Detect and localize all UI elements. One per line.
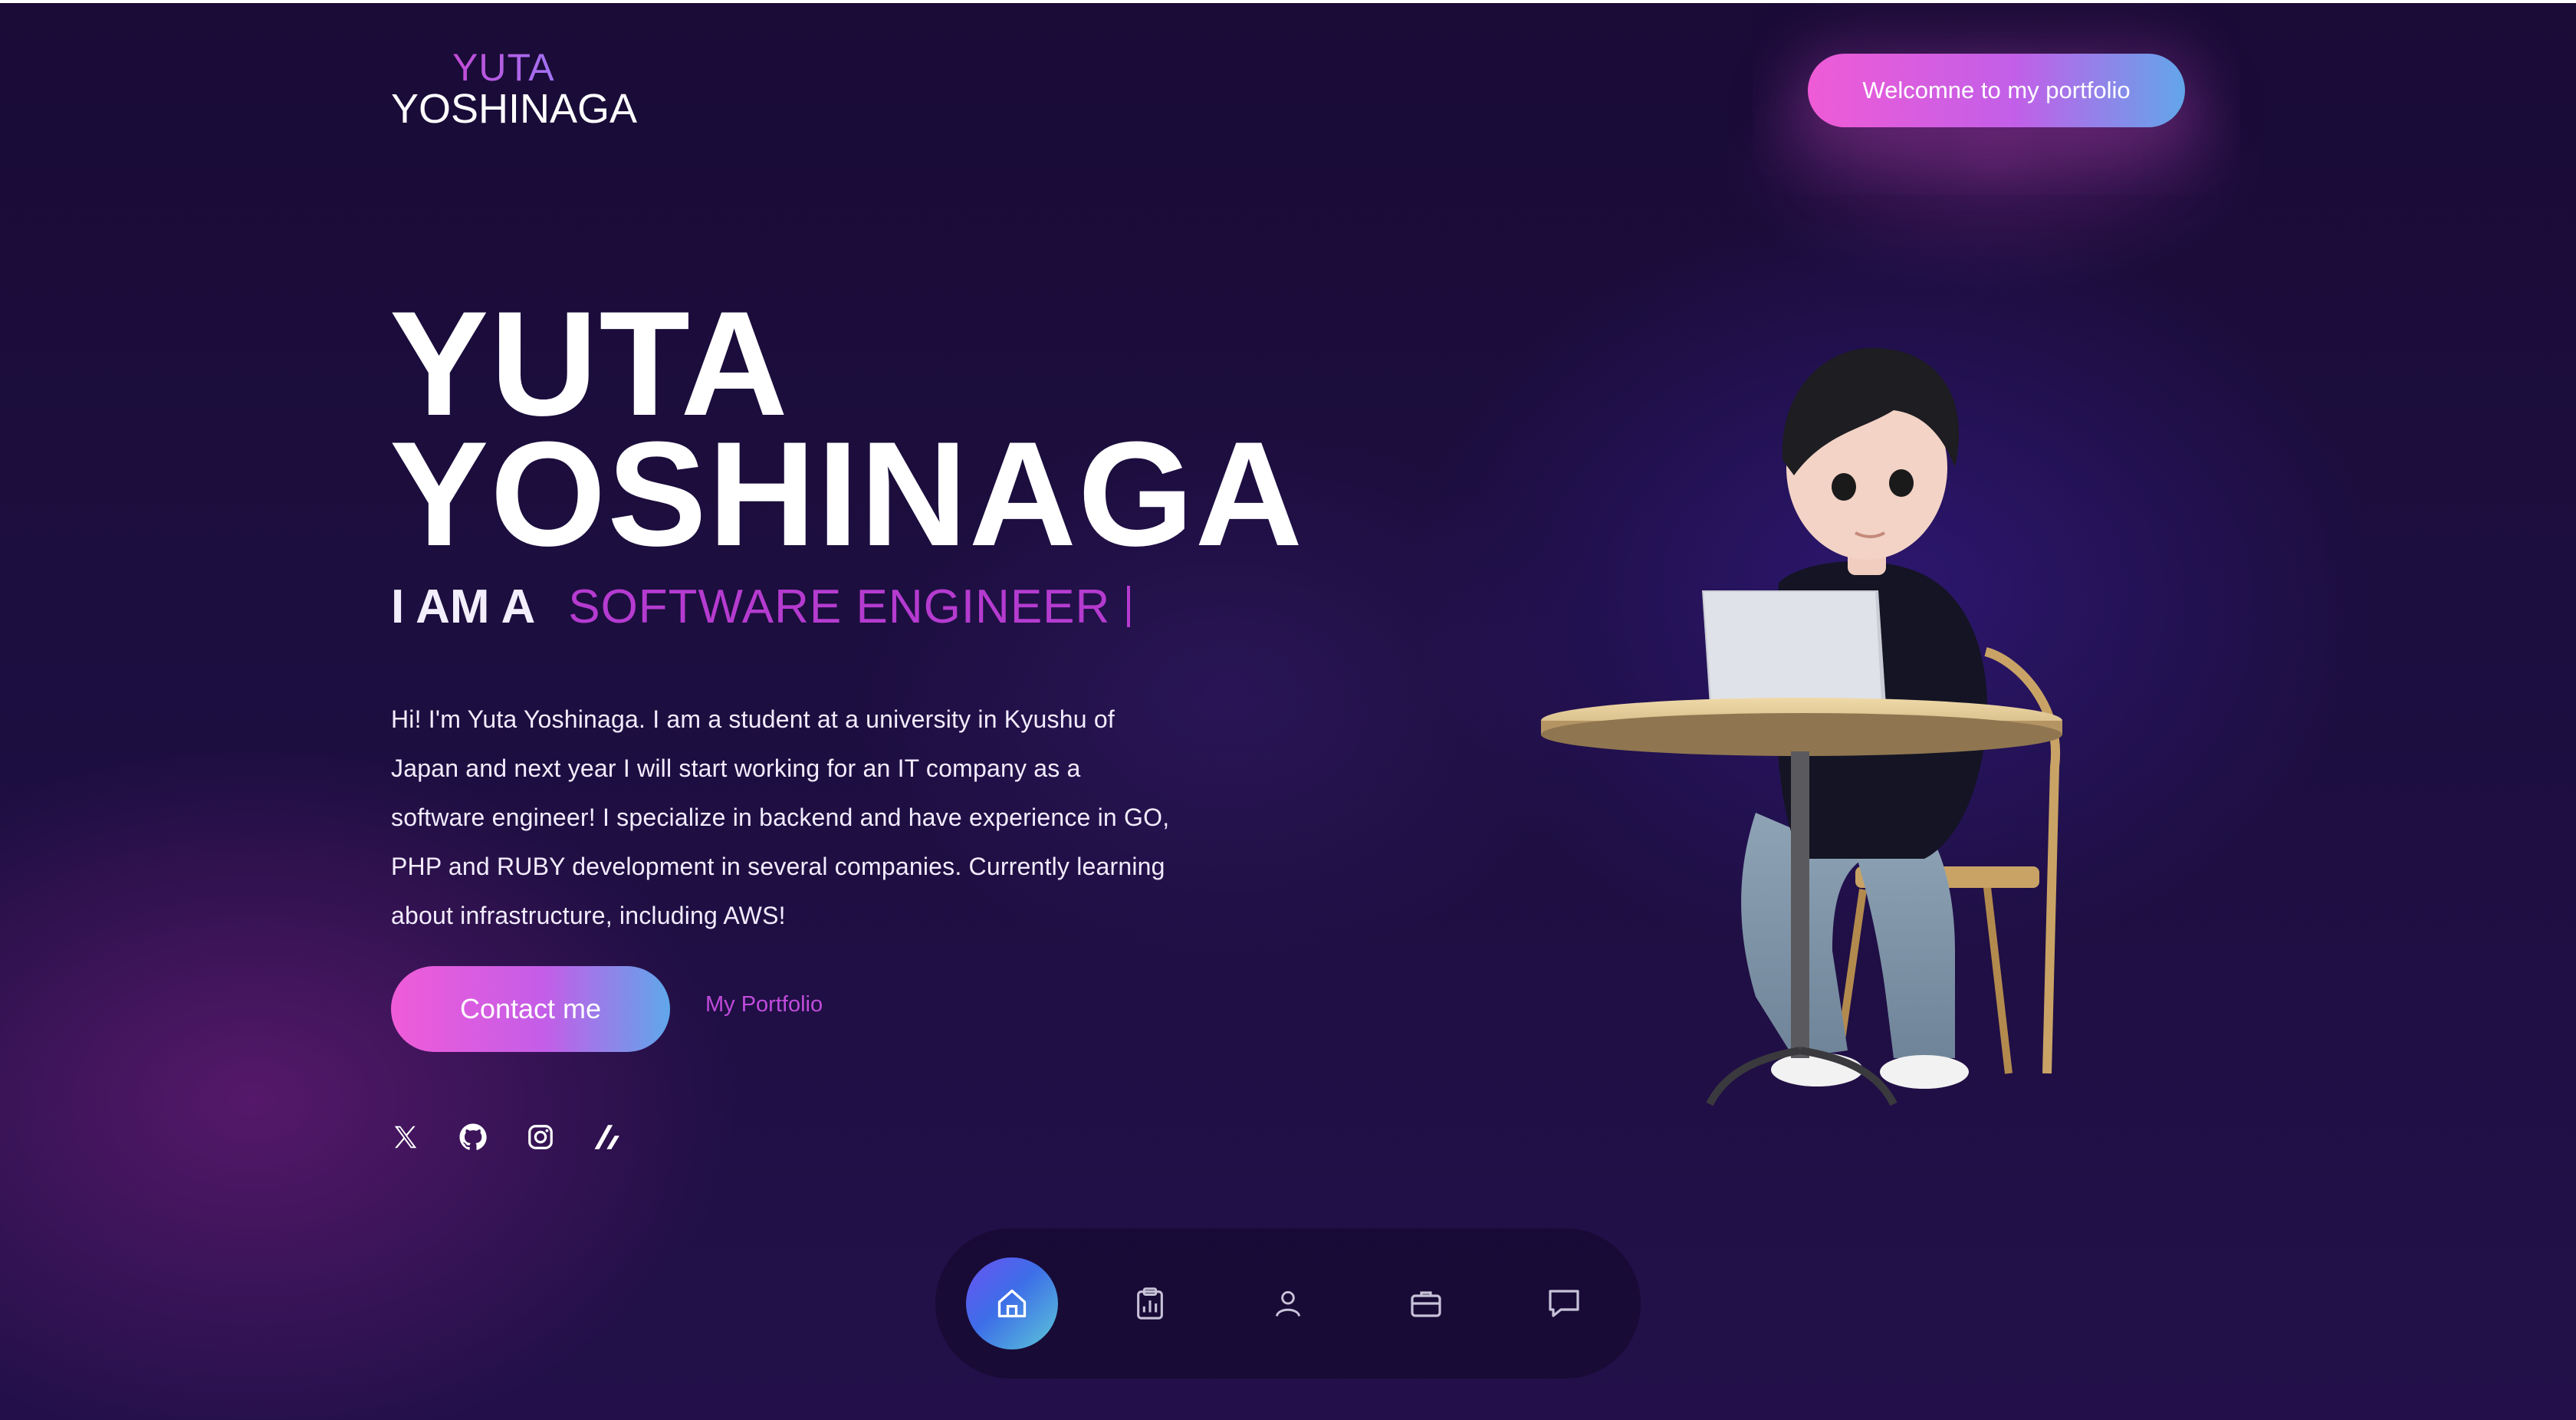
user-icon: [1275, 1290, 1301, 1317]
role-title: SOFTWARE ENGINEER: [568, 580, 1111, 633]
logo-first-name: YUTA: [452, 48, 621, 87]
portfolio-link[interactable]: My Portfolio: [705, 992, 823, 1017]
hero-title: YUTA YOSHINAGA: [389, 281, 1304, 577]
x-icon[interactable]: [389, 1121, 422, 1153]
social-links: [389, 1121, 624, 1153]
nav-portfolio[interactable]: [1380, 1257, 1472, 1349]
github-icon[interactable]: [457, 1121, 489, 1153]
clipboard-chart-icon: [1137, 1287, 1163, 1320]
hero-last-name: YOSHINAGA: [389, 411, 1304, 577]
role-line: I AM A SOFTWARE ENGINEER: [391, 577, 1130, 638]
nav-resume[interactable]: [1104, 1257, 1196, 1349]
briefcase-icon: [1411, 1291, 1441, 1317]
bio-text: Hi! I'm Yuta Yoshinaga. I am a student a…: [391, 705, 1170, 929]
nav-contact[interactable]: [1518, 1257, 1610, 1349]
logo-last-name: YOSHINAGA: [391, 86, 638, 132]
home-icon: [997, 1289, 1027, 1318]
typing-cursor: [1126, 586, 1130, 627]
bottom-nav: [935, 1228, 1641, 1379]
nav-about[interactable]: [1242, 1257, 1334, 1349]
chat-icon: [1549, 1290, 1579, 1317]
page-background: [0, 3, 2576, 1420]
zenn-icon[interactable]: [592, 1121, 624, 1153]
welcome-button[interactable]: Welcomne to my portfolio: [1808, 54, 2185, 127]
nav-home[interactable]: [966, 1257, 1058, 1349]
role-prefix: I AM A: [391, 580, 534, 633]
hero-first-name: YUTA: [389, 281, 790, 447]
contact-button[interactable]: Contact me: [391, 966, 670, 1052]
instagram-icon[interactable]: [524, 1121, 557, 1153]
site-logo[interactable]: YUTA YOSHINAGA: [391, 48, 638, 132]
avatar-illustration: [1526, 337, 2078, 1142]
